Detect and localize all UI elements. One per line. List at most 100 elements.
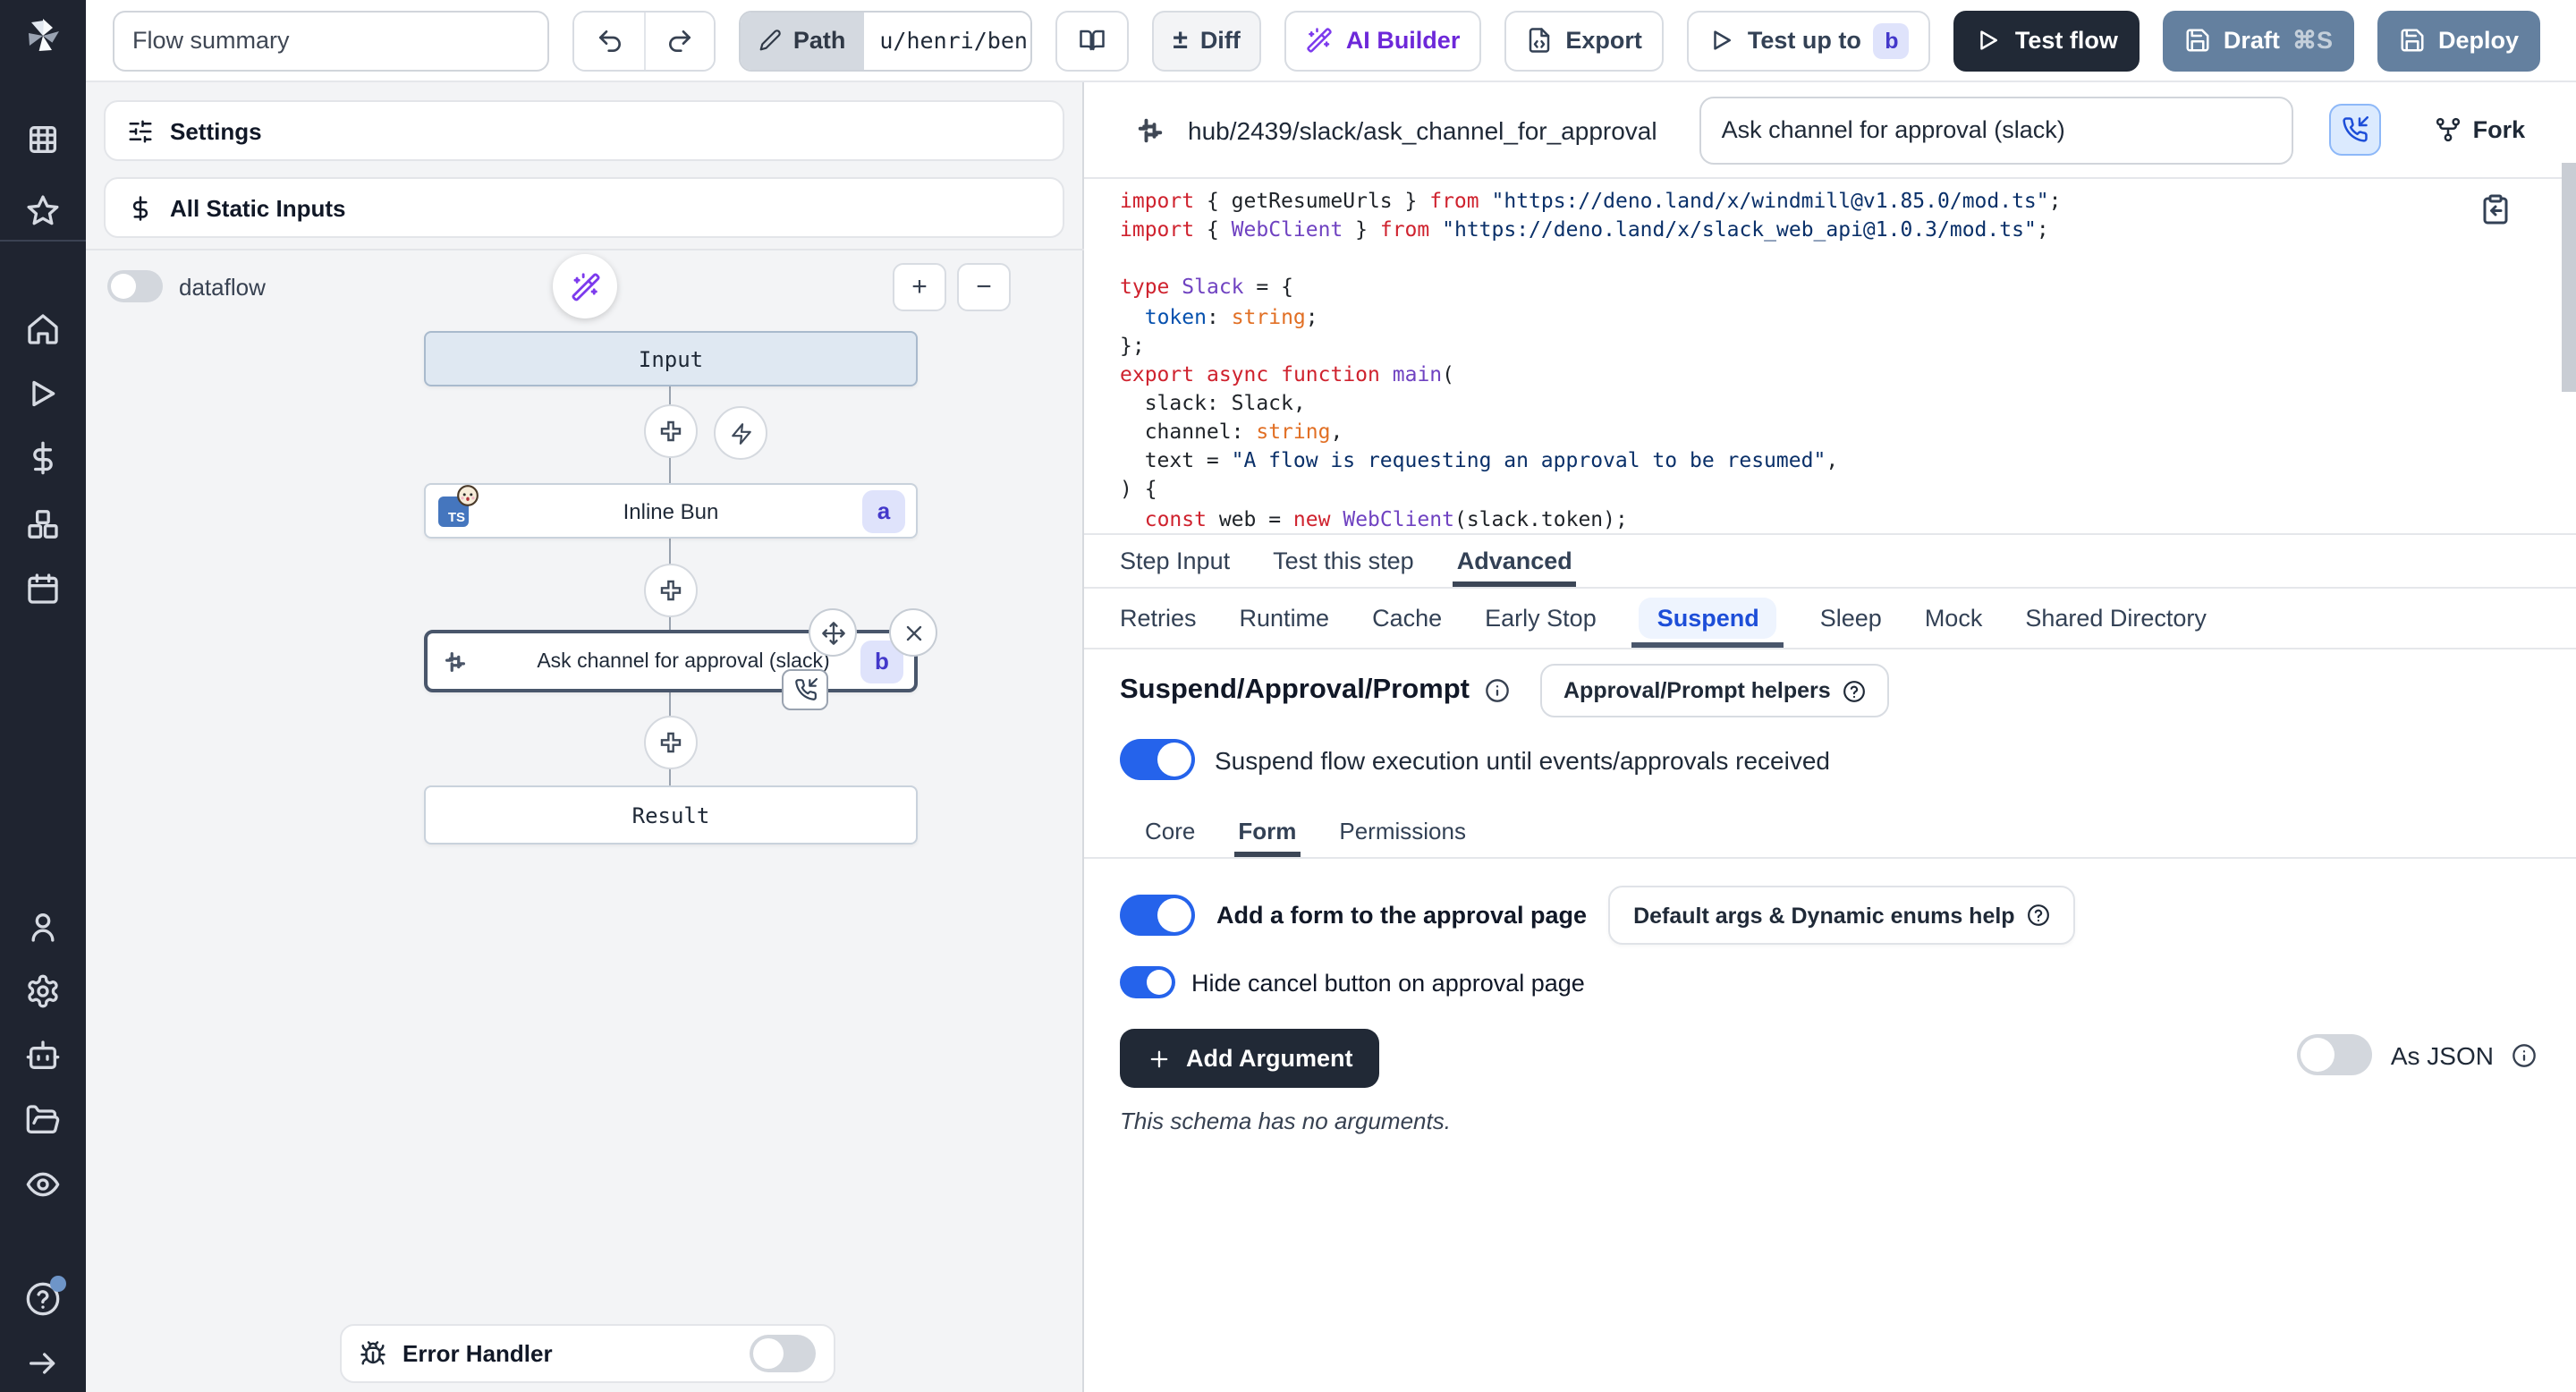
flow-node-input[interactable]: Input — [424, 331, 918, 386]
file-export-icon — [1526, 27, 1553, 54]
insert-step-button[interactable] — [644, 564, 698, 617]
step-title-input[interactable] — [1700, 96, 2294, 164]
all-static-inputs-button[interactable]: All Static Inputs — [104, 177, 1064, 238]
undo-button[interactable] — [574, 12, 644, 69]
add-form-toggle[interactable] — [1120, 895, 1195, 936]
zoom-out-button[interactable]: − — [957, 263, 1011, 311]
step-badge: b — [1874, 22, 1910, 58]
arrow-right-icon[interactable] — [25, 1345, 61, 1381]
dollar-icon — [127, 194, 154, 221]
test-up-to-button[interactable]: Test up to b — [1687, 10, 1931, 71]
windmill-logo-icon[interactable] — [21, 14, 64, 57]
ai-builder-button[interactable]: AI Builder — [1285, 10, 1482, 71]
dataflow-toggle[interactable] — [107, 270, 163, 302]
insert-step-button[interactable] — [644, 716, 698, 769]
add-argument-button[interactable]: Add Argument — [1120, 1029, 1380, 1088]
info-icon[interactable] — [1484, 678, 1509, 703]
paste-icon[interactable] — [2479, 193, 2512, 225]
hide-cancel-row: Hide cancel button on approval page — [1120, 966, 1585, 998]
undo-redo-group — [572, 10, 716, 71]
flow-node-inline-bun[interactable]: TS Inline Bun a — [424, 483, 918, 539]
suspend-toggle[interactable] — [1120, 739, 1195, 780]
diff-button[interactable]: ± Diff — [1151, 10, 1261, 71]
delete-step-button[interactable] — [889, 608, 937, 657]
play-icon[interactable] — [25, 376, 61, 412]
default-args-help-button[interactable]: Default args & Dynamic enums help — [1608, 886, 2076, 945]
move-step-handle[interactable] — [809, 608, 857, 657]
zoom-in-button[interactable]: + — [893, 263, 946, 311]
export-button[interactable]: Export — [1504, 10, 1664, 71]
step-detail-panel: hub/2439/slack/ask_channel_for_approval … — [1084, 82, 2576, 1392]
calendar-icon[interactable] — [25, 571, 61, 607]
plus-icon — [1147, 1046, 1172, 1071]
scrollbar-thumb[interactable] — [2562, 163, 2576, 392]
tab-suspend[interactable]: Suspend — [1618, 589, 1799, 648]
insert-step-button[interactable] — [644, 404, 698, 458]
test-flow-button[interactable]: Test flow — [1954, 10, 2140, 71]
building-icon[interactable] — [25, 122, 61, 157]
bug-icon — [360, 1340, 386, 1367]
dollar-icon[interactable] — [25, 440, 61, 476]
flow-settings-button[interactable]: Settings — [104, 100, 1064, 161]
boxes-icon[interactable] — [25, 506, 61, 542]
dataflow-label: dataflow — [179, 273, 266, 300]
error-handler-toggle[interactable] — [750, 1335, 816, 1372]
as-json-row: As JSON — [2298, 1034, 2537, 1075]
flow-panel: Settings All Static Inputs dataflow + − … — [86, 82, 1084, 1392]
tab-step-input[interactable]: Step Input — [1098, 535, 1251, 587]
flow-node-result[interactable]: Result — [424, 785, 918, 845]
tab-early-stop[interactable]: Early Stop — [1463, 589, 1618, 648]
info-icon[interactable] — [2512, 1042, 2537, 1067]
error-handler-row: Error Handler — [340, 1324, 835, 1383]
deploy-button[interactable]: Deploy — [2377, 10, 2540, 71]
code-editor[interactable]: import { getResumeUrls } from "https://d… — [1084, 179, 2576, 533]
tab-retries[interactable]: Retries — [1098, 589, 1218, 648]
suspend-heading: Suspend/Approval/Prompt — [1120, 675, 1470, 707]
eye-icon[interactable] — [25, 1167, 61, 1202]
as-json-toggle[interactable] — [2298, 1034, 2373, 1075]
tab-form[interactable]: Form — [1216, 803, 1318, 857]
tab-advanced[interactable]: Advanced — [1436, 535, 1594, 587]
home-icon[interactable] — [25, 311, 61, 347]
help-circle-icon — [2028, 904, 2051, 927]
help-icon[interactable] — [25, 1281, 61, 1317]
app-rail — [0, 0, 86, 1392]
flow-summary-input[interactable] — [113, 10, 549, 71]
ai-flow-wand-button[interactable] — [553, 254, 617, 318]
error-handler-label: Error Handler — [402, 1340, 733, 1367]
trigger-button[interactable] — [714, 406, 767, 460]
fork-button[interactable]: Fork — [2436, 116, 2526, 143]
hide-cancel-toggle[interactable] — [1120, 966, 1175, 998]
script-path[interactable]: hub/2439/slack/ask_channel_for_approval — [1188, 115, 1657, 144]
draft-button[interactable]: Draft ⌘S — [2163, 10, 2354, 71]
undo-icon — [596, 26, 624, 55]
docs-button[interactable] — [1055, 10, 1128, 71]
robot-icon[interactable] — [25, 1038, 61, 1074]
empty-schema-note: This schema has no arguments. — [1120, 1108, 1451, 1134]
path-button[interactable]: Path u/henri/ben — [740, 10, 1032, 71]
tab-permissions[interactable]: Permissions — [1318, 803, 1487, 857]
draft-shortcut: ⌘S — [2292, 26, 2333, 55]
add-form-label: Add a form to the approval page — [1216, 902, 1587, 929]
star-icon[interactable] — [25, 193, 61, 229]
approval-prompt-helpers-button[interactable]: Approval/Prompt helpers — [1540, 664, 1890, 717]
flow-node-approval-selected[interactable]: Ask channel for approval (slack) b — [424, 630, 918, 692]
user-icon[interactable] — [25, 909, 61, 945]
step-id-badge: a — [862, 489, 905, 532]
redo-button[interactable] — [645, 12, 715, 69]
tab-core[interactable]: Core — [1123, 803, 1216, 857]
graph-zoom-controls: + − — [893, 263, 1011, 311]
phone-incoming-icon — [2343, 116, 2369, 143]
redo-icon — [666, 26, 695, 55]
suspend-mode-button[interactable] — [2330, 104, 2382, 156]
gear-icon[interactable] — [25, 973, 61, 1009]
step-header: hub/2439/slack/ask_channel_for_approval … — [1084, 82, 2576, 179]
tab-sleep[interactable]: Sleep — [1799, 589, 1903, 648]
tab-runtime[interactable]: Runtime — [1218, 589, 1352, 648]
folder-open-icon[interactable] — [25, 1102, 61, 1138]
tab-mock[interactable]: Mock — [1903, 589, 2004, 648]
notification-dot — [50, 1276, 66, 1292]
tab-cache[interactable]: Cache — [1351, 589, 1463, 648]
tab-shared-directory[interactable]: Shared Directory — [2004, 589, 2228, 648]
tab-test-this-step[interactable]: Test this step — [1251, 535, 1436, 587]
